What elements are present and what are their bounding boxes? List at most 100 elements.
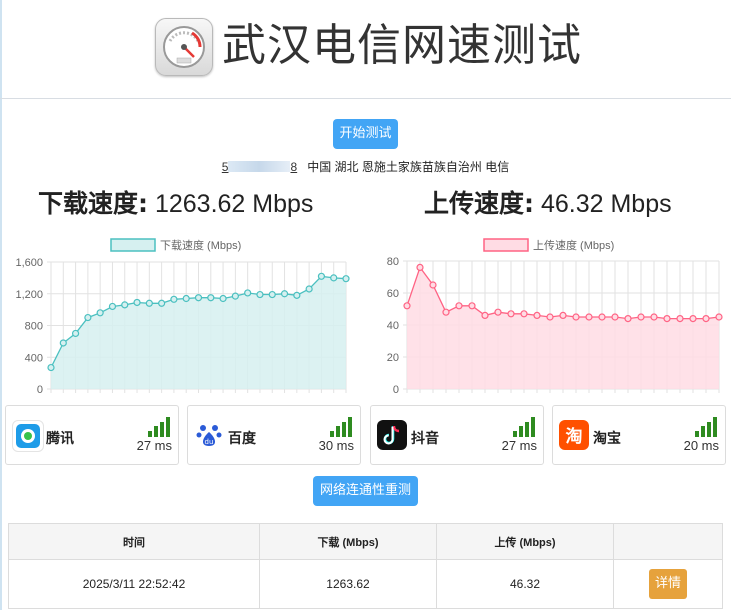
results-table: 时间 下载 (Mbps) 上传 (Mbps) 2025/3/11 22:52:4… xyxy=(8,523,723,609)
data-point[interactable] xyxy=(305,285,313,293)
signal-bars-icon xyxy=(513,417,535,437)
cell-time: 2025/3/11 22:52:42 xyxy=(8,559,260,609)
cell-download: 1263.62 xyxy=(259,559,437,609)
svg-text:淘: 淘 xyxy=(566,426,583,447)
site-tile-douyin[interactable]: 抖音 27 ms xyxy=(370,405,544,465)
data-point[interactable] xyxy=(624,314,632,323)
data-point[interactable] xyxy=(533,311,541,320)
legend-swatch[interactable] xyxy=(483,238,529,252)
data-point[interactable] xyxy=(676,314,684,323)
ip-redacted-mask xyxy=(228,161,291,172)
signal-bars-icon xyxy=(148,417,170,437)
data-point[interactable] xyxy=(429,281,437,289)
data-point[interactable] xyxy=(559,311,567,320)
cell-upload: 46.32 xyxy=(436,559,614,609)
data-point[interactable] xyxy=(244,289,252,297)
location-text: 中国 湖北 恩施土家族苗族自治州 电信 xyxy=(307,160,510,174)
y-tick-label: 1,200 xyxy=(15,289,43,301)
ip-address[interactable]: 58 xyxy=(222,160,297,174)
data-point[interactable] xyxy=(133,298,141,307)
douyin-icon xyxy=(377,420,407,450)
details-button[interactable]: 详情 xyxy=(649,569,687,599)
data-point[interactable] xyxy=(702,314,710,323)
data-point[interactable] xyxy=(293,291,301,299)
data-point[interactable] xyxy=(96,309,104,317)
data-point[interactable] xyxy=(71,329,80,338)
site-tile-tencent[interactable]: 腾讯 27 ms xyxy=(5,405,179,465)
data-point[interactable] xyxy=(637,313,645,321)
connection-info: 58 中国 湖北 恩施土家族苗族自治州 电信 xyxy=(0,158,731,175)
data-point[interactable] xyxy=(468,302,476,310)
site-latency: 30 ms xyxy=(318,438,354,453)
data-point[interactable] xyxy=(689,314,697,323)
legend-swatch[interactable] xyxy=(110,238,156,252)
data-point[interactable] xyxy=(481,311,489,320)
cell-action: 详情 xyxy=(613,559,723,609)
column-header-upload: 上传 (Mbps) xyxy=(436,523,614,560)
column-header-download: 下载 (Mbps) xyxy=(259,523,437,560)
data-point[interactable] xyxy=(507,310,515,318)
data-point[interactable] xyxy=(611,313,619,321)
data-point[interactable] xyxy=(47,363,55,372)
site-tile-baidu[interactable]: du 百度 30 ms xyxy=(187,405,361,465)
data-point[interactable] xyxy=(317,272,326,280)
download-chart: 下载速度 (Mbps) 0 400 800 1,200 1,600 xyxy=(15,238,350,396)
data-point[interactable] xyxy=(145,299,153,307)
y-tick-label: 80 xyxy=(387,256,399,268)
data-point[interactable] xyxy=(268,290,276,299)
data-point[interactable] xyxy=(170,295,178,303)
site-latency: 27 ms xyxy=(136,438,172,453)
data-point[interactable] xyxy=(572,313,580,321)
download-speed-value: 1263.62 Mbps xyxy=(154,190,314,218)
upload-speed-label: 上传速度: xyxy=(424,189,534,218)
data-point[interactable] xyxy=(182,294,190,303)
header: 武汉电信网速测试 xyxy=(0,0,731,99)
site-latency: 27 ms xyxy=(501,438,537,453)
data-point[interactable] xyxy=(520,310,528,318)
upload-chart: 上传速度 (Mbps) 0 20 40 60 80 xyxy=(387,238,723,396)
data-point[interactable] xyxy=(108,302,117,311)
site-name: 淘宝 xyxy=(593,431,621,447)
site-name: 腾讯 xyxy=(46,431,74,447)
y-tick-label: 1,600 xyxy=(15,257,43,269)
download-speed-label: 下载速度: xyxy=(38,189,148,218)
legend-label: 上传速度 (Mbps) xyxy=(533,238,614,252)
y-tick-label: 0 xyxy=(37,384,43,396)
data-point[interactable] xyxy=(494,308,502,316)
data-point[interactable] xyxy=(598,313,606,321)
data-point[interactable] xyxy=(194,294,203,302)
data-point[interactable] xyxy=(231,292,239,300)
data-point[interactable] xyxy=(121,301,129,309)
data-point[interactable] xyxy=(330,274,338,282)
upload-speed: 上传速度: 46.32 Mbps xyxy=(424,186,672,222)
data-point[interactable] xyxy=(403,302,411,310)
site-name: 抖音 xyxy=(411,431,439,447)
y-tick-label: 0 xyxy=(393,384,399,396)
data-point[interactable] xyxy=(442,308,450,316)
signal-bars-icon xyxy=(330,417,352,437)
data-point[interactable] xyxy=(715,313,723,321)
data-point[interactable] xyxy=(342,275,350,283)
data-point[interactable] xyxy=(256,290,264,299)
data-point[interactable] xyxy=(280,290,289,298)
data-point[interactable] xyxy=(158,299,166,307)
start-test-button[interactable]: 开始测试 xyxy=(333,119,398,149)
y-tick-label: 400 xyxy=(25,352,43,364)
data-point[interactable] xyxy=(416,263,424,272)
data-point[interactable] xyxy=(650,313,658,321)
download-speed: 下载速度: 1263.62 Mbps xyxy=(38,186,313,222)
data-point[interactable] xyxy=(59,339,67,347)
page-title: 武汉电信网速测试 xyxy=(222,20,582,71)
data-point[interactable] xyxy=(207,294,215,302)
data-point[interactable] xyxy=(219,294,227,303)
data-point[interactable] xyxy=(546,313,554,321)
svg-text:du: du xyxy=(205,438,214,446)
site-name: 百度 xyxy=(228,431,256,447)
data-point[interactable] xyxy=(663,314,671,323)
site-tile-taobao[interactable]: 淘 淘宝 20 ms xyxy=(552,405,726,465)
data-point[interactable] xyxy=(455,302,463,310)
data-point[interactable] xyxy=(84,313,92,322)
retest-connectivity-button[interactable]: 网络连通性重测 xyxy=(313,476,418,506)
data-point[interactable] xyxy=(585,313,593,321)
column-header-action xyxy=(613,523,723,560)
